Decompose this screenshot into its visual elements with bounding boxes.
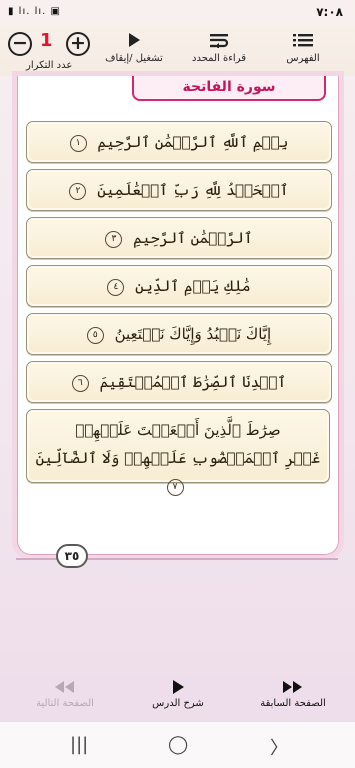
- play-pause-button[interactable]: تشغيل /إيقاف: [104, 32, 164, 64]
- verse-4[interactable]: مَٰلِكِ يَوۡمِ ٱلدِّينِ ٤: [26, 265, 332, 307]
- status-icons: ▮ lı. lı. ▣: [8, 6, 61, 17]
- verse-3[interactable]: ٱلرَّحۡمَٰنِ ٱلرَّحِيمِ ٣: [26, 217, 332, 259]
- list-icon: [278, 32, 328, 51]
- verse-text: صِرَٰطَ ٱلَّذِينَ أَنۡعَمۡتَ عَلَيۡهِمۡ: [75, 421, 281, 439]
- minus-circle-icon[interactable]: −: [8, 32, 32, 56]
- home-icon[interactable]: ◯: [168, 734, 188, 755]
- verse-number: ١: [69, 134, 87, 152]
- verse-6[interactable]: ٱهۡدِنَا ٱلصِّرَٰطَ ٱلۡمُسۡتَقِيمَ ٦: [26, 361, 332, 403]
- verse-text: ٱهۡدِنَا ٱلصِّرَٰطَ ٱلۡمُسۡتَقِيمَ: [99, 373, 287, 391]
- read-selected-button[interactable]: قراءة المحدد: [186, 32, 252, 64]
- surah-title: سورة الفاتحة: [132, 76, 326, 101]
- verse-text: ٱلۡحَمۡدُ لِلَّهِ رَبِّ ٱلۡعَٰلَمِينَ: [97, 181, 289, 199]
- verse-text: بِسۡمِ ٱللَّهِ ٱلرَّحۡمَٰنِ ٱلرَّحِيمِ: [97, 133, 289, 151]
- back-icon[interactable]: 〉: [270, 734, 288, 760]
- verse-1[interactable]: بِسۡمِ ٱللَّهِ ٱلرَّحۡمَٰنِ ٱلرَّحِيمِ ١: [26, 121, 332, 163]
- page-number: ٣٥: [56, 544, 88, 568]
- prev-page-button[interactable]: الصفحة السابقة: [248, 680, 338, 709]
- repeat-control: − 1 + عدد التكرار: [4, 30, 96, 74]
- fast-forward-icon: [248, 680, 338, 698]
- verse-text: ٱلرَّحۡمَٰنِ ٱلرَّحِيمِ: [133, 229, 253, 247]
- verse-number: ٤: [107, 278, 125, 296]
- prev-page-label: الصفحة السابقة: [260, 698, 326, 709]
- verse-5[interactable]: إِيَّاكَ نَعۡبُدُ وَإِيَّاكَ نَسۡتَعِينُ…: [26, 313, 332, 355]
- system-nav-bar: ||| ◯ 〉: [0, 722, 355, 768]
- verse-2[interactable]: ٱلۡحَمۡدُ لِلَّهِ رَبِّ ٱلۡعَٰلَمِينَ ٢: [26, 169, 332, 211]
- status-time: ٧:٠٨: [316, 5, 343, 19]
- top-toolbar: − 1 + عدد التكرار تشغيل /إيقاف قراءة الم…: [0, 26, 355, 76]
- verse-number: ٢: [69, 182, 87, 200]
- play-pause-label: تشغيل /إيقاف: [105, 53, 163, 64]
- lesson-label: شرح الدرس: [152, 698, 204, 709]
- play-icon: [140, 680, 216, 698]
- verse-number: ٥: [86, 326, 104, 344]
- verse-7[interactable]: صِرَٰطَ ٱلَّذِينَ أَنۡعَمۡتَ عَلَيۡهِمۡ …: [26, 409, 330, 496]
- bottom-toolbar: الصفحة التالية شرح الدرس الصفحة السابقة: [0, 670, 355, 722]
- status-bar: ▮ lı. lı. ▣ ٧:٠٨: [0, 0, 355, 26]
- rewind-icon: [20, 680, 110, 698]
- recents-icon[interactable]: |||: [70, 734, 88, 755]
- repeat-count-label: عدد التكرار: [26, 60, 73, 71]
- next-page-button[interactable]: الصفحة التالية: [20, 680, 110, 709]
- read-selected-label: قراءة المحدد: [192, 53, 246, 64]
- verse-text-line2: غَيۡرِ ٱلۡمَغۡضُوبِ عَلَيۡهِمۡ وَلَا ٱلض…: [35, 449, 321, 467]
- page-frame: سورة الفاتحة بِسۡمِ ٱللَّهِ ٱلرَّحۡمَٰنِ…: [17, 76, 339, 555]
- verse-number: ٧: [166, 478, 184, 496]
- verse-number: ٣: [105, 230, 123, 248]
- verse-text: مَٰلِكِ يَوۡمِ ٱلدِّينِ: [135, 277, 251, 295]
- next-page-label: الصفحة التالية: [36, 698, 94, 709]
- lesson-button[interactable]: شرح الدرس: [140, 680, 216, 709]
- wrap-icon: [186, 32, 252, 51]
- verse-text: إِيَّاكَ نَعۡبُدُ وَإِيَّاكَ نَسۡتَعِينُ: [114, 325, 272, 343]
- index-label: الفهرس: [286, 53, 320, 64]
- play-icon: [104, 32, 164, 51]
- index-button[interactable]: الفهرس: [278, 32, 328, 64]
- quran-page: سورة الفاتحة بِسۡمِ ٱللَّهِ ٱلرَّحۡمَٰنِ…: [0, 76, 355, 571]
- plus-circle-icon[interactable]: +: [66, 32, 90, 56]
- repeat-count: 1: [40, 30, 53, 51]
- verse-number: ٦: [71, 374, 89, 392]
